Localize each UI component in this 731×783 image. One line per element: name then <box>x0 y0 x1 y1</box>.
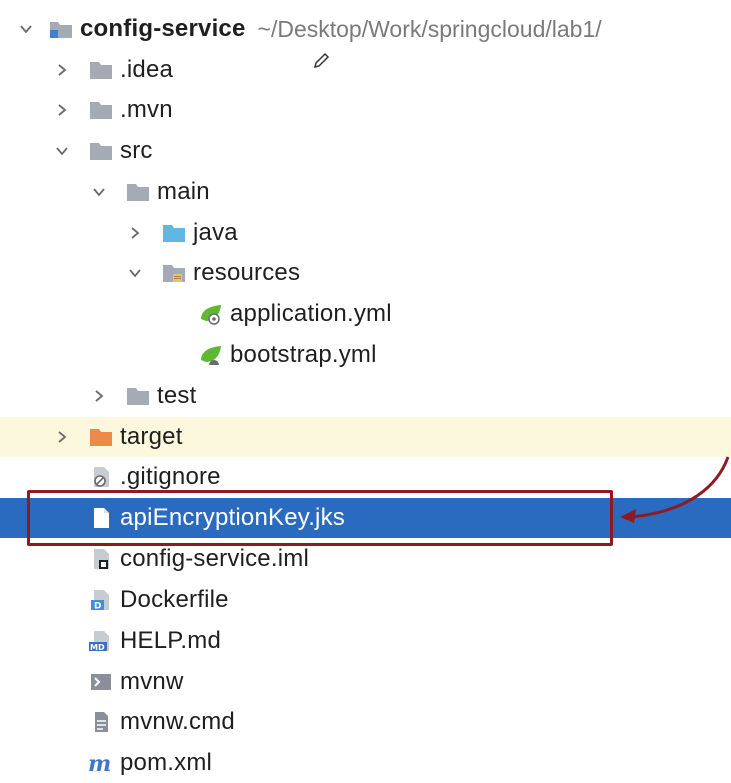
spring-config-icon <box>198 342 224 368</box>
tree-item-help-md[interactable]: MD HELP.md <box>0 621 731 661</box>
tree-item-label: pom.xml <box>120 749 213 776</box>
svg-text:D: D <box>94 602 101 612</box>
module-file-icon <box>88 546 114 572</box>
root-label: config-service <box>80 15 246 42</box>
tree-item-application-yml[interactable]: application.yml <box>0 294 731 334</box>
tree-item-label: java <box>193 219 238 246</box>
chevron-down-icon[interactable] <box>52 141 72 161</box>
svg-text:MD: MD <box>90 643 105 652</box>
tree-item-pom-xml[interactable]: m pom.xml <box>0 743 731 783</box>
folder-icon <box>125 179 151 205</box>
tree-item-label: application.yml <box>230 300 392 327</box>
tree-item-src[interactable]: src <box>0 131 731 171</box>
tree-item-label: mvnw.cmd <box>120 708 235 735</box>
markdown-file-icon: MD <box>88 628 114 654</box>
excluded-folder-icon <box>88 424 114 450</box>
tree-item-label: .mvn <box>120 96 173 123</box>
source-folder-icon <box>161 220 187 246</box>
tree-item-label: config-service.iml <box>120 545 309 572</box>
tree-item-label: mvnw <box>120 668 184 695</box>
folder-icon <box>125 383 151 409</box>
tree-item-test[interactable]: test <box>0 376 731 416</box>
root-path: ~/Desktop/Work/springcloud/lab1/ <box>257 15 602 42</box>
chevron-right-icon[interactable] <box>52 427 72 447</box>
module-folder-icon <box>48 16 74 42</box>
folder-icon <box>88 57 114 83</box>
tree-item-label: Dockerfile <box>120 586 229 613</box>
chevron-right-icon[interactable] <box>89 386 109 406</box>
tree-item-label: main <box>157 178 210 205</box>
maven-icon: m <box>88 750 114 776</box>
tree-item-target[interactable]: target <box>0 417 731 457</box>
tree-item-mvnw[interactable]: mvnw <box>0 662 731 702</box>
folder-icon <box>88 138 114 164</box>
resources-folder-icon <box>161 260 187 286</box>
tree-item-label: .idea <box>120 56 174 83</box>
spring-config-icon <box>198 301 224 327</box>
chevron-down-icon[interactable] <box>89 182 109 202</box>
shell-script-icon <box>88 669 114 695</box>
ignore-file-icon <box>88 464 114 490</box>
svg-text:m: m <box>88 751 111 776</box>
chevron-down-icon[interactable] <box>125 263 145 283</box>
callout-highlight-box <box>27 490 613 546</box>
chevron-right-icon[interactable] <box>52 60 72 80</box>
cmd-file-icon <box>88 709 114 735</box>
tree-item-root[interactable]: config-service ~/Desktop/Work/springclou… <box>0 9 731 49</box>
tree-item-label: target <box>120 423 183 450</box>
folder-icon <box>88 97 114 123</box>
tree-item-label: HELP.md <box>120 627 222 654</box>
tree-item-bootstrap-yml[interactable]: bootstrap.yml <box>0 335 731 375</box>
tree-item-resources[interactable]: resources <box>0 253 731 293</box>
chevron-right-icon[interactable] <box>125 223 145 243</box>
tree-item-idea[interactable]: .idea <box>0 50 731 90</box>
chevron-down-icon[interactable] <box>16 19 36 39</box>
tree-item-label: resources <box>193 259 301 286</box>
docker-file-icon: D <box>88 587 114 613</box>
callout-arrow-icon <box>620 456 730 523</box>
chevron-right-icon[interactable] <box>52 100 72 120</box>
tree-item-label: bootstrap.yml <box>230 341 377 368</box>
project-tree: config-service ~/Desktop/Work/springclou… <box>0 0 731 779</box>
tree-item-java[interactable]: java <box>0 213 731 253</box>
tree-item-mvn[interactable]: .mvn <box>0 90 731 130</box>
tree-item-label: src <box>120 137 153 164</box>
tree-item-dockerfile[interactable]: D Dockerfile <box>0 580 731 620</box>
tree-item-main[interactable]: main <box>0 172 731 212</box>
tree-item-label: test <box>157 382 197 409</box>
tree-item-mvnw-cmd[interactable]: mvnw.cmd <box>0 702 731 742</box>
tree-item-label: .gitignore <box>120 463 221 490</box>
